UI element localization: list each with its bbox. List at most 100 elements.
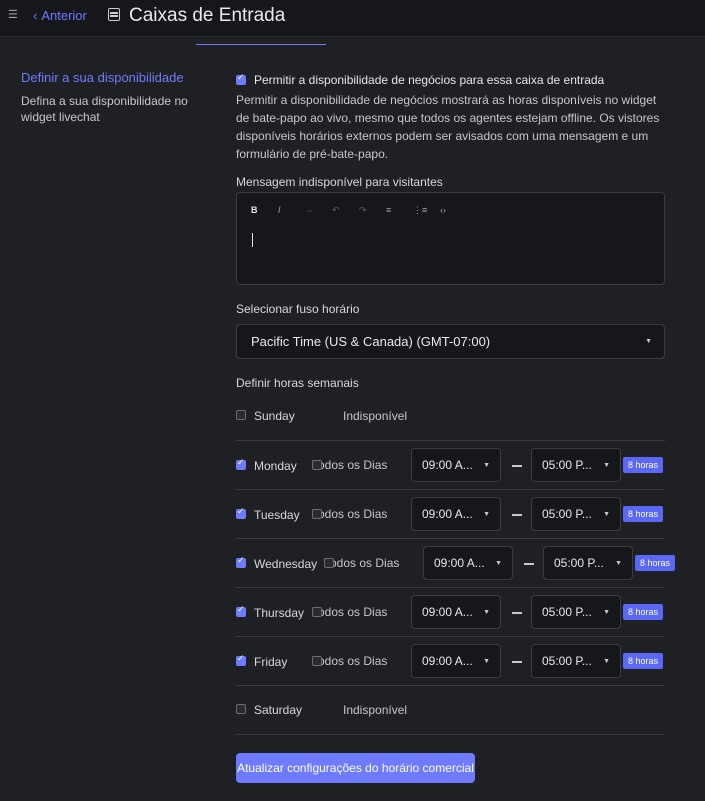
chevron-down-icon: ▼ bbox=[603, 658, 610, 665]
day-checkbox-tuesday[interactable] bbox=[236, 507, 246, 519]
end-time-value: 05:00 P... bbox=[542, 507, 592, 521]
divider bbox=[236, 587, 665, 588]
end-time-value: 05:00 P... bbox=[542, 458, 592, 472]
day-checkbox-thursday[interactable] bbox=[236, 605, 246, 617]
editor-toolbar: B I ⇔ ↶ ↷ ≡ ⋮≡ ‹› bbox=[251, 205, 467, 216]
end-time-select[interactable]: 05:00 P... ▼ bbox=[531, 644, 621, 678]
chevron-down-icon: ▼ bbox=[483, 511, 490, 518]
day-row-tuesday: Tuesday Todos os Dias 09:00 A... ▼ 05:00 … bbox=[236, 497, 665, 531]
timezone-value: Pacific Time (US & Canada) (GMT-07:00) bbox=[251, 334, 491, 349]
chevron-down-icon: ▼ bbox=[615, 560, 622, 567]
all-days-label: Todos os Dias bbox=[312, 458, 388, 472]
all-days-toggle[interactable]: Todos os Dias bbox=[312, 654, 387, 668]
end-time-select[interactable]: 05:00 P... ▼ bbox=[531, 497, 621, 531]
day-checkbox-friday[interactable] bbox=[236, 654, 246, 666]
enable-availability-label: Permitir a disponibilidade de negócios p… bbox=[254, 73, 605, 87]
chevron-down-icon: ▼ bbox=[495, 560, 502, 567]
italic-icon[interactable]: I bbox=[278, 205, 305, 216]
day-checkbox-saturday[interactable] bbox=[236, 704, 246, 714]
all-days-label: Todos os Dias bbox=[312, 605, 388, 619]
start-time-select[interactable]: 09:00 A... ▼ bbox=[423, 546, 513, 580]
divider bbox=[236, 685, 665, 686]
start-time-value: 09:00 A... bbox=[422, 605, 473, 619]
all-days-toggle[interactable]: Todos os Dias bbox=[312, 605, 387, 619]
time-separator bbox=[512, 514, 522, 516]
time-separator bbox=[512, 661, 522, 663]
time-separator bbox=[512, 465, 522, 467]
start-time-value: 09:00 A... bbox=[422, 654, 473, 668]
divider bbox=[236, 734, 665, 735]
weekly-hours-label: Definir horas semanais bbox=[236, 376, 359, 390]
day-name: Monday bbox=[254, 459, 297, 473]
hamburger-icon[interactable]: ☰ bbox=[8, 9, 18, 22]
update-business-hours-button[interactable]: Atualizar configurações do horário comer… bbox=[236, 753, 475, 783]
end-time-value: 05:00 P... bbox=[542, 605, 592, 619]
message-editor[interactable]: B I ⇔ ↶ ↷ ≡ ⋮≡ ‹› bbox=[236, 192, 665, 285]
all-days-label: Todos os Dias bbox=[312, 507, 388, 521]
hours-badge: 8 horas bbox=[623, 457, 664, 473]
message-label: Mensagem indisponível para visitantes bbox=[236, 175, 443, 189]
back-link[interactable]: ‹ Anterior bbox=[33, 8, 87, 23]
all-days-toggle[interactable]: Todos os Dias bbox=[312, 458, 387, 472]
chevron-down-icon: ▼ bbox=[603, 511, 610, 518]
all-days-checkbox[interactable] bbox=[312, 509, 322, 519]
end-time-value: 05:00 P... bbox=[554, 556, 604, 570]
start-time-select[interactable]: 09:00 A... ▼ bbox=[411, 497, 501, 531]
day-row-saturday: Saturday Indisponível bbox=[236, 700, 665, 720]
hours-badge: 8 horas bbox=[623, 653, 664, 669]
ordered-list-icon[interactable]: ⋮≡ bbox=[413, 205, 440, 216]
divider bbox=[236, 636, 665, 637]
enable-availability-checkbox[interactable] bbox=[236, 73, 246, 85]
day-row-thursday: Thursday Todos os Dias 09:00 A... ▼ 05:00… bbox=[236, 595, 665, 629]
all-days-checkbox[interactable] bbox=[312, 460, 322, 470]
text-caret bbox=[252, 233, 253, 247]
all-days-label: Todos os Dias bbox=[324, 556, 400, 570]
start-time-select[interactable]: 09:00 A... ▼ bbox=[411, 448, 501, 482]
chevron-down-icon: ▼ bbox=[603, 609, 610, 616]
all-days-checkbox[interactable] bbox=[312, 656, 322, 666]
divider bbox=[236, 440, 665, 441]
day-checkbox-monday[interactable] bbox=[236, 458, 246, 470]
enable-availability-row[interactable]: Permitir a disponibilidade de negócios p… bbox=[236, 73, 604, 87]
all-days-checkbox[interactable] bbox=[312, 607, 322, 617]
section-description: Defina a sua disponibilidade no widget l… bbox=[21, 94, 188, 124]
redo-icon[interactable]: ↷ bbox=[359, 205, 386, 216]
bullet-list-icon[interactable]: ≡ bbox=[386, 205, 413, 216]
availability-description: Permitir a disponibilidade de negócios m… bbox=[236, 93, 660, 161]
all-days-checkbox[interactable] bbox=[324, 558, 334, 568]
undo-icon[interactable]: ↶ bbox=[332, 205, 359, 216]
day-name: Friday bbox=[254, 655, 288, 669]
chevron-down-icon: ▼ bbox=[645, 338, 652, 345]
start-time-select[interactable]: 09:00 A... ▼ bbox=[411, 644, 501, 678]
end-time-value: 05:00 P... bbox=[542, 654, 592, 668]
hours-badge: 8 horas bbox=[623, 506, 664, 522]
code-icon[interactable]: ‹› bbox=[440, 205, 467, 216]
start-time-select[interactable]: 09:00 A... ▼ bbox=[411, 595, 501, 629]
end-time-select[interactable]: 05:00 P... ▼ bbox=[543, 546, 633, 580]
start-time-value: 09:00 A... bbox=[422, 458, 473, 472]
all-days-toggle[interactable]: Todos os Dias bbox=[312, 507, 387, 521]
day-name: Thursday bbox=[254, 606, 305, 620]
link-icon[interactable]: ⇔ bbox=[305, 205, 332, 216]
day-row-friday: Friday Todos os Dias 09:00 A... ▼ 05:00 P… bbox=[236, 644, 665, 678]
all-days-toggle[interactable]: Todos os Dias bbox=[324, 556, 399, 570]
unavailable-text: Indisponível bbox=[343, 703, 408, 717]
chevron-down-icon: ▼ bbox=[483, 609, 490, 616]
top-bar: ☰ ‹ Anterior Caixas de Entrada bbox=[0, 0, 705, 37]
divider bbox=[236, 538, 665, 539]
day-checkbox-sunday[interactable] bbox=[236, 410, 246, 420]
day-name: Saturday bbox=[254, 703, 303, 717]
day-row-monday: Monday Todos os Dias 09:00 A... ▼ 05:00 P… bbox=[236, 448, 665, 482]
bold-icon[interactable]: B bbox=[251, 205, 278, 216]
end-time-select[interactable]: 05:00 P... ▼ bbox=[531, 448, 621, 482]
page-title: Caixas de Entrada bbox=[129, 5, 286, 26]
time-separator bbox=[524, 563, 534, 565]
day-checkbox-wednesday[interactable] bbox=[236, 556, 246, 568]
inbox-icon bbox=[108, 8, 120, 21]
chevron-down-icon: ▼ bbox=[483, 658, 490, 665]
timezone-select[interactable]: Pacific Time (US & Canada) (GMT-07:00) ▼ bbox=[236, 324, 665, 359]
section-title: Definir a sua disponibilidade bbox=[21, 70, 184, 85]
chevron-left-icon: ‹ bbox=[33, 8, 38, 23]
end-time-select[interactable]: 05:00 P... ▼ bbox=[531, 595, 621, 629]
day-name: Sunday bbox=[254, 409, 295, 423]
